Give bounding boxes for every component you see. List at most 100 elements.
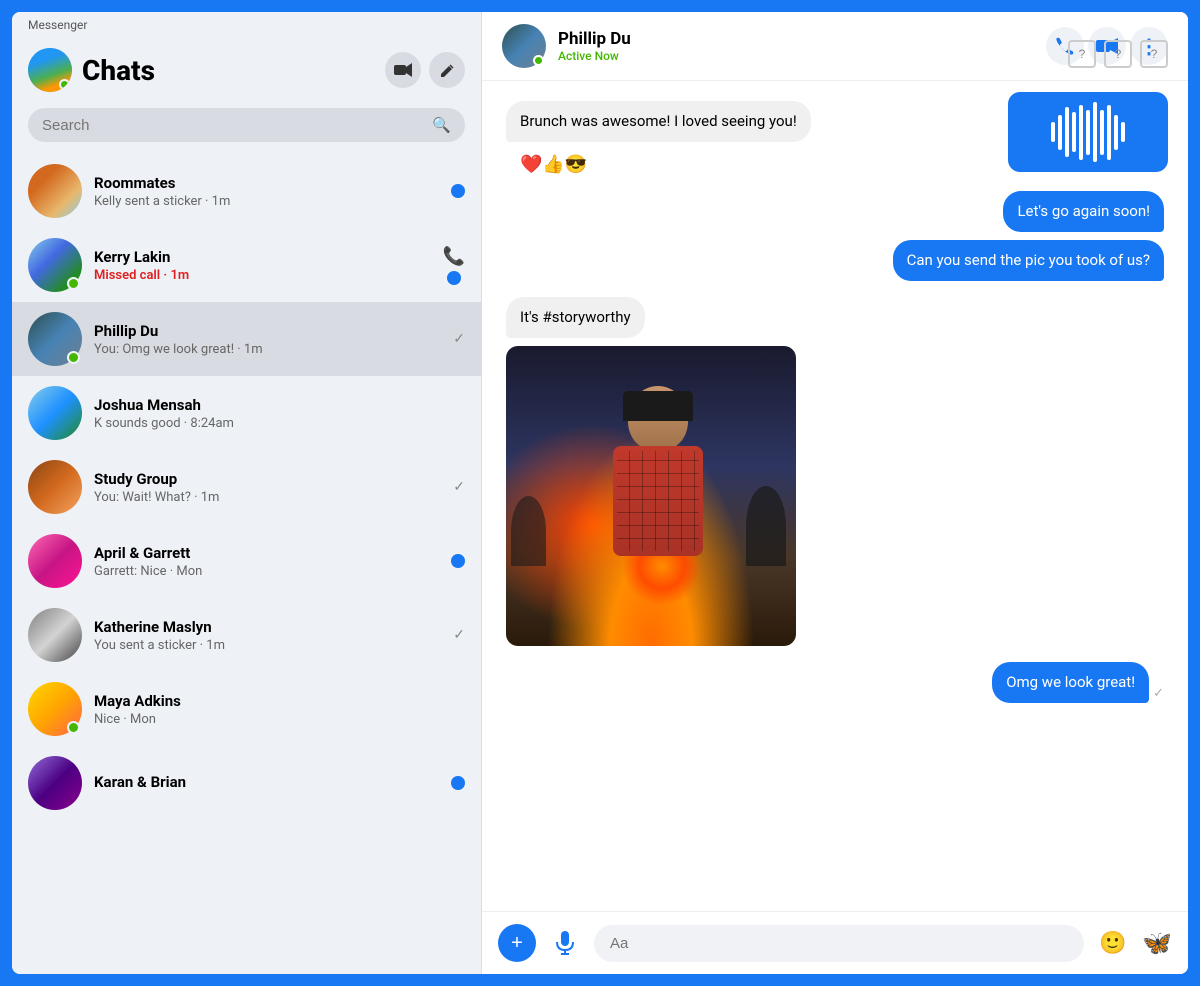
wave-bar-4 (1072, 112, 1076, 152)
butterfly-icon: 🦋 (1142, 930, 1172, 957)
app-container: Messenger Chats (12, 12, 1188, 974)
chat-name: Study Group (94, 470, 441, 488)
chat-name: Roommates (94, 174, 439, 192)
chat-list-item[interactable]: Phillip Du You: Omg we look great! · 1m ✓ (12, 302, 481, 376)
chat-info: Kerry Lakin Missed call · 1m (94, 248, 431, 283)
message-bubble-omg: Omg we look great! (992, 662, 1149, 703)
chat-name: Phillip Du (94, 322, 441, 340)
search-container: 🔍 (12, 100, 481, 154)
chat-info: Study Group You: Wait! What? · 1m (94, 470, 441, 505)
chat-name: Katherine Maslyn (94, 618, 441, 636)
bg-person-2 (511, 496, 546, 566)
chat-preview: You sent a sticker · 1m (94, 638, 441, 653)
user-avatar[interactable] (28, 48, 72, 92)
wave-bar-3 (1065, 107, 1069, 157)
read-check-icon: ✓ (453, 331, 465, 347)
chat-meta (451, 776, 465, 790)
chat-meta: ✓ (453, 627, 465, 643)
chat-name: Kerry Lakin (94, 248, 431, 266)
chat-header-left: Phillip Du Active Now (502, 24, 631, 68)
user-online-dot (59, 79, 70, 90)
chats-title: Chats (82, 54, 155, 87)
chat-preview: You: Wait! What? · 1m (94, 490, 441, 505)
wave-bar-7 (1093, 102, 1097, 162)
sidebar: Messenger Chats (12, 12, 482, 974)
butterfly-button[interactable]: 🦋 (1142, 929, 1172, 958)
mic-button[interactable] (546, 924, 584, 962)
header-online-dot (533, 55, 544, 66)
wave-bar-11 (1121, 122, 1125, 142)
online-indicator (67, 351, 80, 364)
video-call-button[interactable] (385, 52, 421, 88)
window-btn-1[interactable]: ? (1068, 40, 1096, 68)
chat-list: RoommatesKelly sent a sticker · 1mKerry … (12, 154, 481, 974)
person-cap (623, 391, 693, 421)
message-row-received-2: It's #storyworthy (506, 297, 1164, 338)
search-input-wrap: 🔍 (28, 108, 465, 142)
chat-info: Joshua MensahK sounds good · 8:24am (94, 396, 453, 431)
wave-bar-1 (1051, 122, 1055, 142)
chat-list-item[interactable]: Study GroupYou: Wait! What? · 1m✓ (12, 450, 481, 524)
message-check-icon: ✓ (1153, 686, 1164, 701)
avatar-wrap (28, 682, 82, 736)
avatar-wrap (28, 460, 82, 514)
chat-list-item[interactable]: Karan & Brian (12, 746, 481, 820)
wave-bar-8 (1100, 110, 1104, 155)
chat-avatar (28, 460, 82, 514)
chat-preview: Nice · Mon (94, 712, 453, 727)
search-icon: 🔍 (432, 116, 451, 134)
chat-list-item[interactable]: Joshua MensahK sounds good · 8:24am (12, 376, 481, 450)
header-user-info: Phillip Du Active Now (558, 29, 631, 63)
message-input[interactable] (594, 925, 1084, 962)
voice-call-indicator (1008, 92, 1168, 172)
window-controls: ? ? ? (1068, 40, 1168, 68)
plaid-pattern (617, 451, 699, 551)
window-btn-2[interactable]: ? (1104, 40, 1132, 68)
header-icons (385, 52, 465, 88)
search-input[interactable] (42, 117, 424, 134)
chat-preview: K sounds good · 8:24am (94, 416, 453, 431)
chat-avatar (28, 534, 82, 588)
chat-preview: You: Omg we look great! · 1m (94, 342, 441, 357)
window-btn-3[interactable]: ? (1140, 40, 1168, 68)
chat-list-item[interactable]: Maya Adkins Nice · Mon (12, 672, 481, 746)
emoji-icon: 🙂 (1099, 930, 1126, 956)
unread-dot (451, 776, 465, 790)
chat-preview: Garrett: Nice · Mon (94, 564, 439, 579)
chat-list-item[interactable]: Katherine Maslyn You sent a sticker · 1m ✓ (12, 598, 481, 672)
chat-meta: 📞 (443, 246, 465, 285)
chat-list-item[interactable]: April & Garrett Garrett: Nice · Mon (12, 524, 481, 598)
wave-bar-10 (1114, 115, 1118, 150)
avatar-wrap (28, 756, 82, 810)
wave-bar-5 (1079, 105, 1083, 160)
message-bubble-sent: Let's go again soon! (1003, 191, 1164, 232)
header-avatar-wrap (502, 24, 546, 68)
shared-image-inner (506, 346, 796, 646)
online-indicator (67, 721, 80, 734)
chat-list-item[interactable]: Kerry Lakin Missed call · 1m 📞 (12, 228, 481, 302)
unread-dot (451, 184, 465, 198)
message-bubble-received: Brunch was awesome! I loved seeing you! (506, 101, 811, 142)
sidebar-header-left: Chats (28, 48, 155, 92)
main-chat: ? ? ? Phillip (482, 12, 1188, 974)
chat-meta: ✓ (453, 331, 465, 347)
add-button[interactable]: + (498, 924, 536, 962)
avatar-wrap (28, 608, 82, 662)
chat-name: April & Garrett (94, 544, 439, 562)
wave-bar-2 (1058, 115, 1062, 150)
chat-preview: Missed call · 1m (94, 268, 431, 283)
phone-icon: 📞 (443, 246, 465, 267)
app-title: Messenger (12, 12, 481, 32)
wave-bar-6 (1086, 110, 1090, 155)
chat-info: Karan & Brian (94, 773, 439, 793)
compose-button[interactable] (429, 52, 465, 88)
unread-dot (451, 554, 465, 568)
emoji-button[interactable]: 🙂 (1094, 924, 1132, 962)
chat-list-item[interactable]: RoommatesKelly sent a sticker · 1m (12, 154, 481, 228)
bg-person-1 (746, 486, 786, 566)
chat-name: Maya Adkins (94, 692, 453, 710)
message-row-sent: Let's go again soon! (506, 191, 1164, 232)
online-indicator (67, 277, 80, 290)
chat-avatar (28, 756, 82, 810)
chat-info: Maya Adkins Nice · Mon (94, 692, 453, 727)
